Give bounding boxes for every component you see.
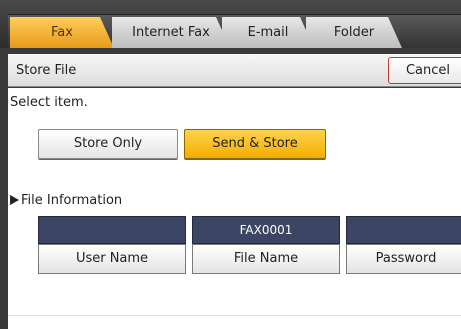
- tab-folder[interactable]: Folder: [306, 17, 402, 48]
- file-information-section: File Information: [10, 193, 122, 208]
- send-and-store-button[interactable]: Send & Store: [184, 129, 326, 159]
- store-only-button[interactable]: Store Only: [38, 129, 178, 159]
- tab-fax[interactable]: Fax: [10, 17, 114, 48]
- tab-internet-fax[interactable]: Internet Fax: [112, 17, 230, 48]
- content-area: [8, 88, 461, 329]
- prompt-text: Select item.: [10, 95, 88, 110]
- password-value: [346, 216, 461, 244]
- password-button[interactable]: Password: [346, 244, 461, 274]
- triangle-right-icon: [10, 195, 19, 205]
- cancel-button[interactable]: Cancel: [388, 57, 461, 84]
- divider: [8, 315, 461, 316]
- tab-email[interactable]: E-mail: [222, 17, 314, 48]
- file-name-button[interactable]: File Name: [192, 244, 340, 274]
- section-label: File Information: [21, 193, 123, 208]
- left-edge: [0, 48, 8, 329]
- user-name-value: [38, 216, 186, 244]
- page-title: Store File: [16, 63, 77, 78]
- user-name-button[interactable]: User Name: [38, 244, 186, 274]
- file-name-value: FAX0001: [192, 216, 340, 244]
